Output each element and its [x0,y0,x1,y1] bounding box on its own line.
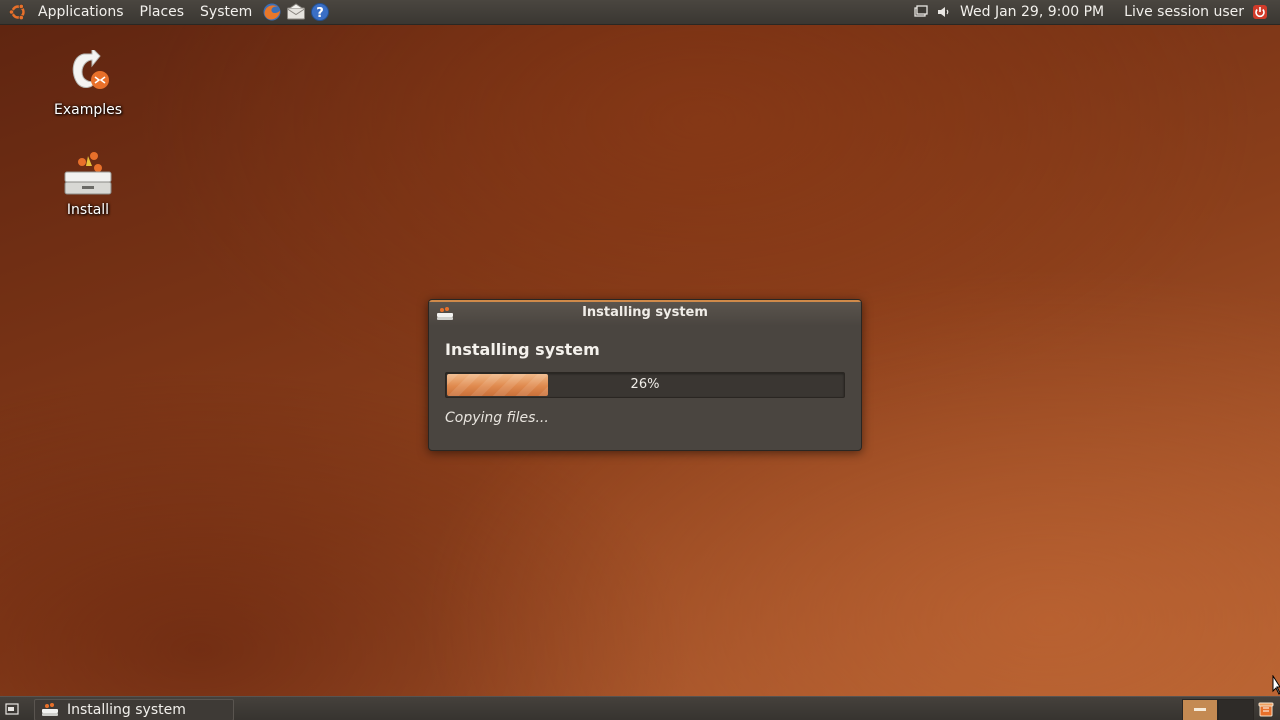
desktop-icon-install[interactable]: Install [38,150,138,218]
clock[interactable]: Wed Jan 29, 9:00 PM [954,4,1114,20]
volume-icon[interactable] [936,5,950,19]
dialog-heading: Installing system [445,340,600,359]
svg-text:?: ? [316,6,324,21]
workspace-1[interactable] [1182,699,1218,720]
install-dialog: Installing system Installing system 26% … [428,299,862,451]
show-desktop-icon[interactable] [3,700,21,718]
taskbar-item-installing-system[interactable]: Installing system [34,699,234,720]
help-icon[interactable]: ? [310,2,330,22]
desktop-icon-examples[interactable]: Examples [38,46,138,118]
dialog-status: Copying files... [445,410,549,426]
power-icon[interactable] [1252,4,1268,20]
desktop-icon-label: Install [66,202,110,218]
mouse-cursor-icon [1272,674,1280,699]
top-panel: Applications Places System ? Wed Jan 29,… [0,0,1280,25]
install-icon [41,703,59,717]
workspace-window-thumb [1194,708,1206,711]
menu-system[interactable]: System [192,0,260,24]
top-panel-left: Applications Places System ? [6,0,332,24]
examples-icon [62,46,114,100]
top-panel-right: Wed Jan 29, 9:00 PM Live session user [910,0,1272,24]
ubuntu-logo-icon[interactable] [8,2,28,22]
menu-applications[interactable]: Applications [30,0,132,24]
trash-icon[interactable] [1256,699,1276,719]
install-icon [62,150,114,200]
firefox-icon[interactable] [262,2,282,22]
taskbar-item-label: Installing system [67,702,186,718]
dialog-title: Installing system [582,305,708,320]
bottom-panel: Installing system [0,696,1280,720]
workspace-2[interactable] [1218,699,1254,720]
desktop-icon-label: Examples [53,102,123,118]
network-icon[interactable] [914,5,928,19]
progress-bar: 26% [445,372,845,398]
dialog-titlebar[interactable]: Installing system [429,300,861,326]
mail-icon[interactable] [286,2,306,22]
menu-places[interactable]: Places [132,0,193,24]
user-menu[interactable]: Live session user [1114,4,1248,20]
progress-percent: 26% [630,377,660,392]
